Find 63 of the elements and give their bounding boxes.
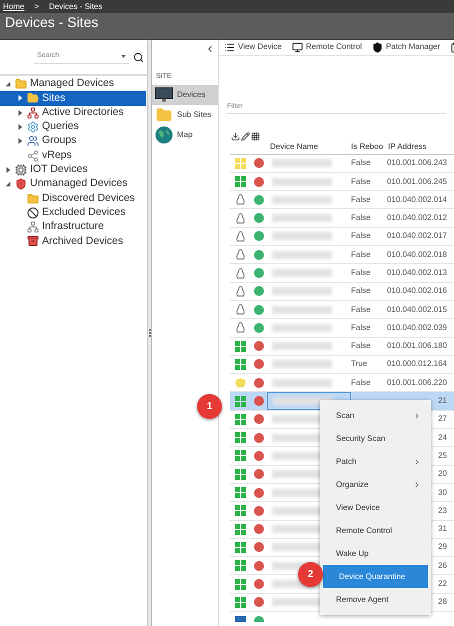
tree-label: Archived Devices bbox=[42, 234, 124, 249]
reboot-cell-text: False bbox=[351, 340, 372, 352]
ip-cell: 010.001.006.180 bbox=[386, 340, 447, 352]
page-title: Devices - Sites bbox=[5, 13, 98, 31]
ip-cell-text: 21 bbox=[437, 395, 447, 408]
ip-cell-text: 22 bbox=[437, 578, 447, 590]
ip-cell: 010.001.006.220 bbox=[386, 376, 447, 389]
menu-label: Organize bbox=[336, 478, 368, 490]
ip-cell: 010.000.012.164 bbox=[386, 358, 447, 370]
reboot-cell-text: False bbox=[351, 194, 372, 206]
ip-cell-text: 23 bbox=[437, 504, 447, 517]
ip-cell: 010.040.002.013 bbox=[386, 267, 447, 279]
ip-cell: 010.040.002.014 bbox=[386, 194, 447, 206]
reboot-cell-text: False bbox=[351, 376, 372, 389]
reboot-cell-text: True bbox=[351, 358, 368, 370]
reboot-cell-text: False bbox=[351, 304, 372, 316]
tree-label: Sites bbox=[42, 90, 66, 106]
ip-cell: 010.001.006.245 bbox=[386, 176, 447, 188]
reboot-cell-text: False bbox=[351, 267, 372, 279]
menu-label: View Device bbox=[336, 502, 380, 514]
reboot-cell-text: False bbox=[351, 248, 372, 261]
tree-label: Excluded Devices bbox=[42, 204, 126, 220]
ip-cell: 010.040.002.016 bbox=[386, 285, 447, 298]
tree-label: Unmanaged Devices bbox=[30, 176, 128, 192]
ip-cell-text: 24 bbox=[437, 432, 447, 444]
ip-cell-text: 30 bbox=[437, 486, 447, 499]
reboot-cell-text: False bbox=[351, 212, 372, 224]
menu-label: Patch bbox=[336, 456, 356, 468]
ip-cell: 010.001.006.243 bbox=[386, 157, 447, 170]
tree-label: Discovered Devices bbox=[42, 190, 135, 206]
site-nav-label: Map bbox=[177, 128, 193, 140]
site-nav-label: Devices bbox=[177, 88, 206, 100]
tree-label: Queries bbox=[42, 119, 79, 134]
reboot-cell-text: False bbox=[351, 157, 372, 170]
reboot-cell-text: False bbox=[351, 322, 372, 334]
ip-cell-text: 29 bbox=[437, 541, 447, 554]
menu-label: Security Scan bbox=[336, 432, 386, 444]
reboot-cell-text: False bbox=[351, 285, 372, 298]
reboot-cell-text: False bbox=[351, 230, 372, 242]
ip-cell: 010.040.002.015 bbox=[386, 304, 447, 316]
tree-label: Infrastructure bbox=[42, 219, 104, 234]
menu-label: Remote Control bbox=[336, 524, 392, 536]
ip-cell: 010.040.002.039 bbox=[386, 322, 447, 334]
tree-label: vReps bbox=[42, 148, 72, 163]
ip-cell-text: 26 bbox=[437, 560, 447, 572]
menu-label: Device Quarantine bbox=[339, 570, 406, 582]
menu-label: Wake Up bbox=[336, 548, 369, 560]
ip-cell-text: 20 bbox=[437, 468, 447, 480]
ip-cell: 010.040.002.018 bbox=[386, 248, 447, 261]
reboot-cell-text: False bbox=[351, 176, 372, 188]
tree-label: Active Directories bbox=[42, 104, 124, 120]
tree-label: Managed Devices bbox=[30, 76, 114, 92]
tree-label: Groups bbox=[42, 133, 76, 148]
tree-label: IOT Devices bbox=[30, 162, 88, 178]
ip-cell: 010.040.002.012 bbox=[386, 212, 447, 224]
menu-label: Remove Agent bbox=[336, 594, 388, 606]
ip-cell-text: 25 bbox=[437, 450, 447, 462]
ip-cell: 010.040.002.017 bbox=[386, 230, 447, 242]
menu-label: Scan bbox=[336, 410, 354, 422]
breadcrumb-current: Devices - Sites bbox=[49, 0, 102, 12]
ip-cell-text: 27 bbox=[437, 413, 447, 426]
site-nav-label: Sub Sites bbox=[177, 108, 212, 120]
breadcrumb-separator: > bbox=[34, 0, 40, 12]
